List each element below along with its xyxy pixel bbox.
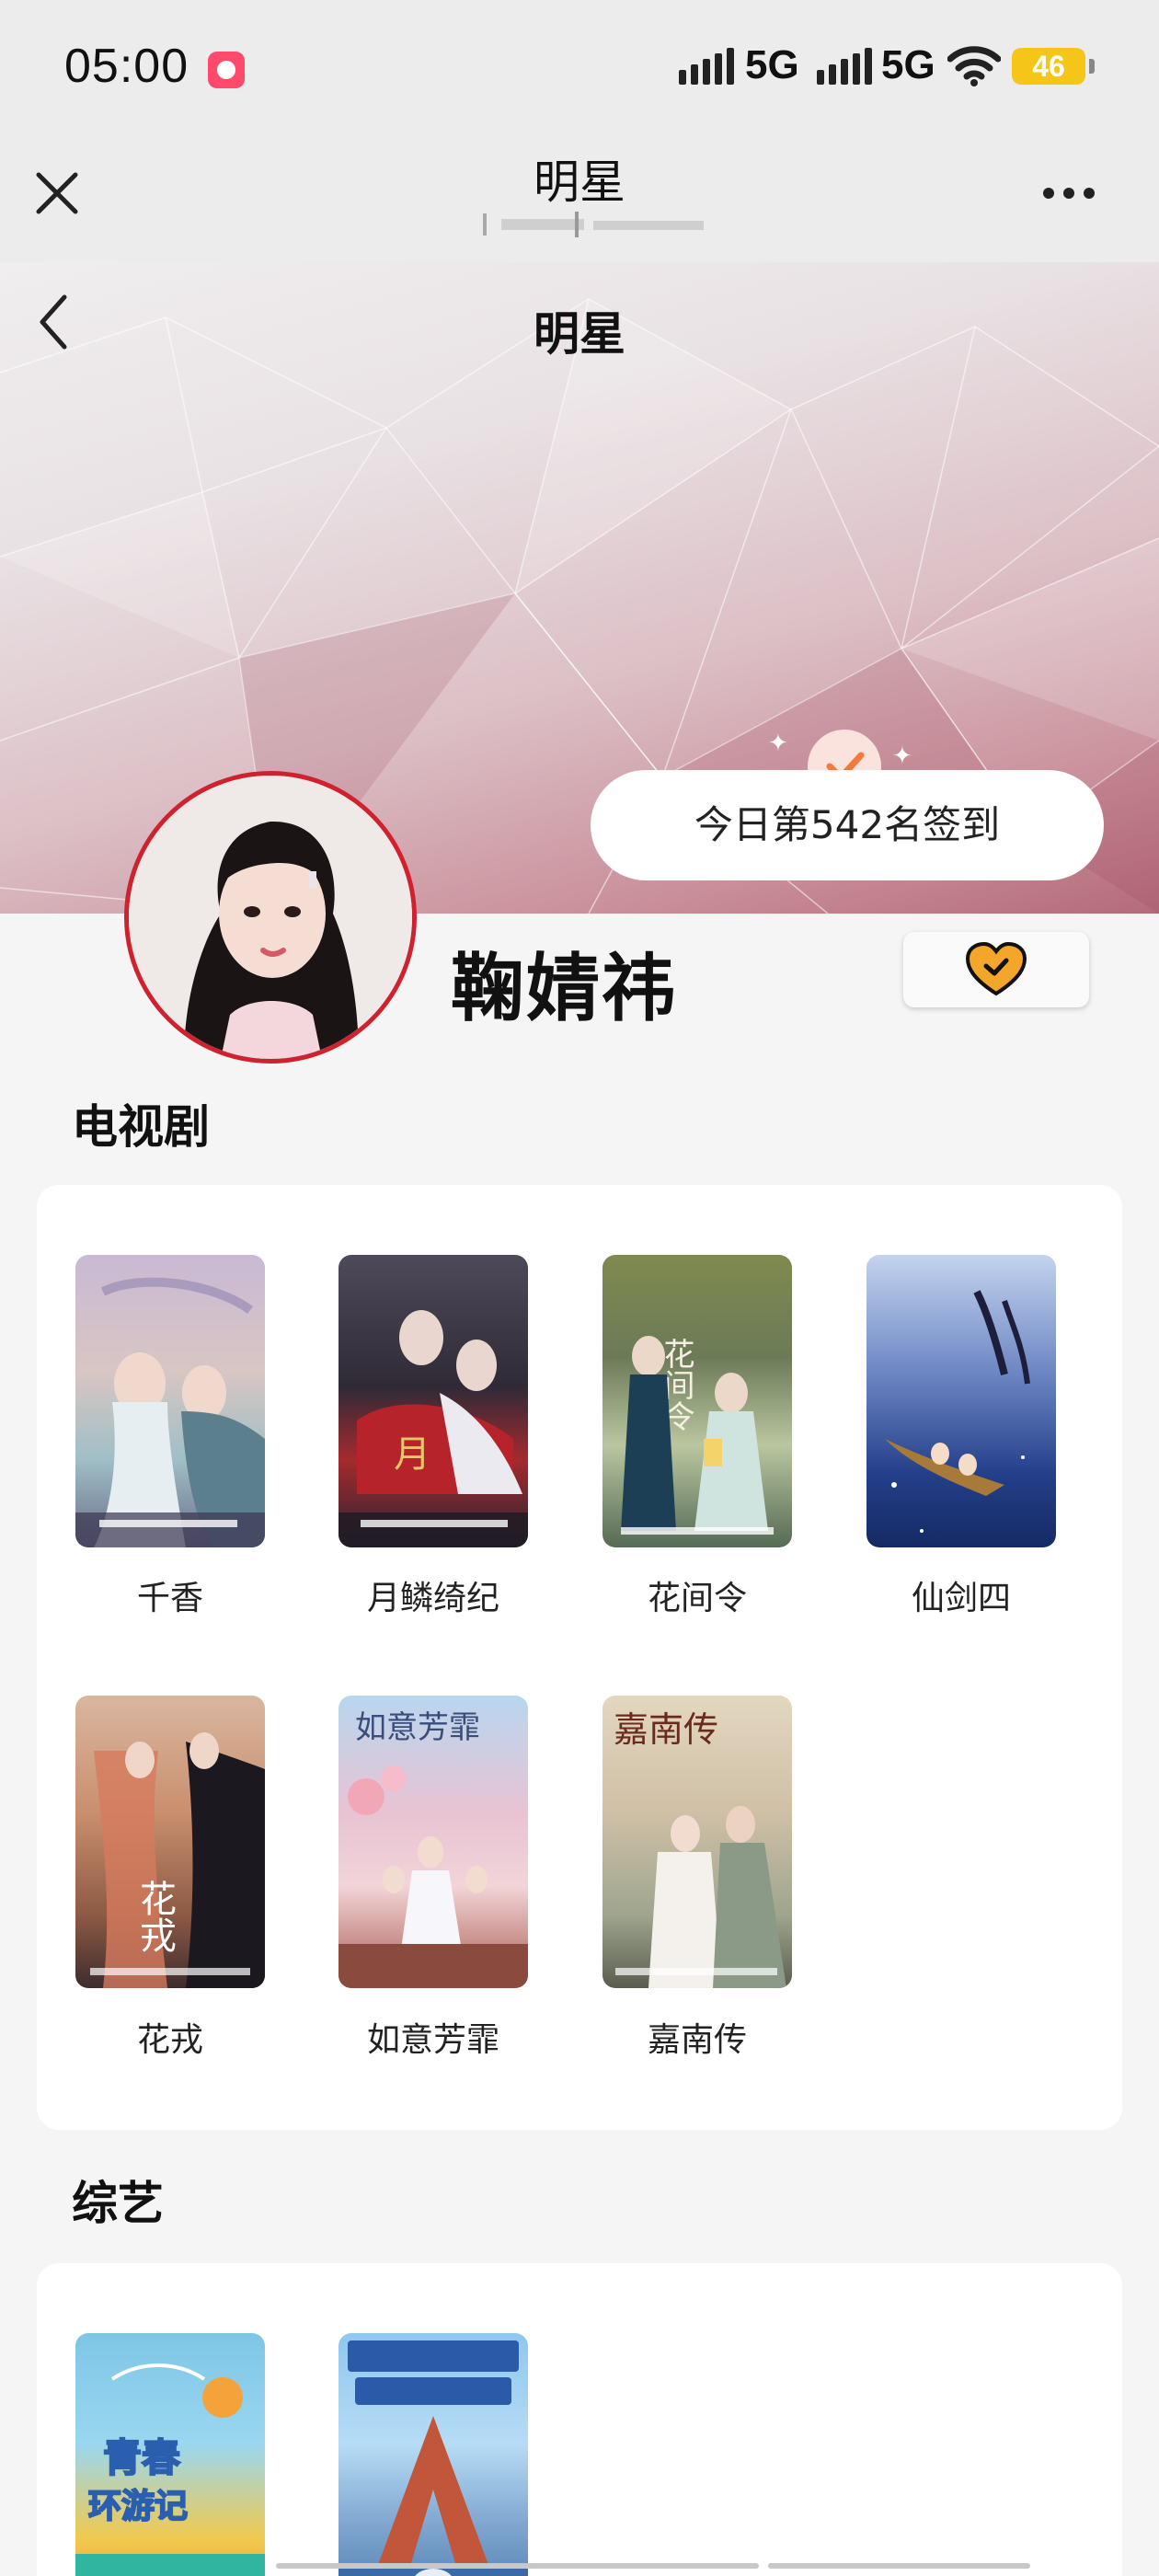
battery-level: 46 — [1032, 50, 1065, 83]
wifi-icon — [947, 46, 1001, 86]
avatar-portrait — [129, 776, 412, 1059]
svg-text:环游记: 环游记 — [88, 2488, 188, 2525]
poster-art: 花戎 — [90, 1732, 265, 1988]
mini-program-bar: 明星 — [0, 129, 1159, 262]
section-title-tv: 电视剧 — [72, 1100, 210, 1154]
top-subtitle-blurred — [483, 210, 708, 237]
top-title: 明星 — [534, 155, 625, 209]
section-title-variety: 综艺 — [72, 2177, 164, 2230]
more-options-button[interactable] — [1043, 175, 1117, 212]
poster-art: 花间令 — [621, 1336, 774, 1535]
poster-art: 如意芳霏 — [339, 1709, 528, 1988]
poster-shijienamada[interactable] — [339, 2333, 528, 2576]
status-bar: 05:00 5G 5G 46 — [0, 0, 1159, 129]
poster-huarong[interactable]: 花戎 — [75, 1696, 265, 1988]
status-time: 05:00 — [64, 40, 189, 93]
page-title: 明星 — [534, 307, 625, 361]
svg-text:青春: 青春 — [103, 2435, 180, 2480]
poster-art: 嘉南传 — [614, 1709, 786, 1988]
sparkle-icon: ✦ — [768, 730, 788, 757]
poster-label[interactable]: 花间令 — [602, 1571, 792, 1619]
svg-text:月: 月 — [394, 1433, 430, 1476]
poster-art — [339, 2340, 528, 2576]
signal-icon-1 — [679, 48, 734, 85]
more-dot — [1043, 188, 1054, 199]
heart-check-icon — [965, 942, 1027, 996]
app-notification-icon — [208, 52, 245, 88]
star-name: 鞠婧祎 — [451, 946, 677, 1031]
poster-title-text: 如意芳霏 — [355, 1709, 480, 1746]
battery-icon: 46 — [1012, 48, 1085, 85]
poster-label[interactable]: 如意芳霏 — [339, 2013, 528, 2061]
poster-xianjiansi[interactable] — [866, 1255, 1056, 1547]
variety-card: 青春 环游记 — [37, 2263, 1122, 2576]
checkin-pill[interactable]: 今日第542名签到 — [591, 770, 1104, 880]
signal-icon-2 — [817, 48, 872, 85]
avatar[interactable] — [124, 771, 417, 1064]
poster-art — [885, 1290, 1030, 1533]
poster-label[interactable]: 月鳞绮纪 — [339, 1571, 528, 1619]
more-dot — [1084, 188, 1095, 199]
tv-card: 千香 月 月鳞绮纪 花间令 花间令 仙剑四 花戎 花戎 如意芳霏 如意芳霏 嘉南… — [37, 1185, 1122, 2130]
network-label-1: 5G — [745, 42, 799, 87]
poster-title-text: 嘉南传 — [614, 1709, 718, 1750]
poster-label[interactable]: 千香 — [75, 1571, 265, 1619]
poster-label[interactable]: 嘉南传 — [602, 2013, 792, 2061]
battery-cap — [1089, 59, 1095, 74]
poster-huajianling[interactable]: 花间令 — [602, 1255, 792, 1547]
network-label-2: 5G — [881, 42, 935, 87]
scroll-indicator — [276, 2563, 759, 2569]
poster-art: 月 — [339, 1310, 528, 1547]
poster-ruyifangfei[interactable]: 如意芳霏 — [339, 1696, 528, 1988]
poster-qingchunhuanyouji[interactable]: 青春 环游记 — [75, 2333, 265, 2576]
sparkle-icon: ✦ — [892, 742, 912, 770]
poster-jiananchuan[interactable]: 嘉南传 — [602, 1696, 792, 1988]
poster-art: 青春 环游记 — [75, 2363, 265, 2576]
poster-label[interactable]: 花戎 — [75, 2013, 265, 2061]
poster-title-text: 花戎 — [133, 1880, 176, 1953]
follow-button[interactable] — [903, 932, 1089, 1007]
poster-yuelinqiji[interactable]: 月 — [339, 1255, 528, 1547]
scroll-indicator — [768, 2563, 1030, 2569]
more-dot — [1063, 188, 1074, 199]
poster-label[interactable]: 仙剑四 — [866, 1571, 1056, 1619]
poster-art — [75, 1277, 265, 1547]
poster-qianxiang[interactable] — [75, 1255, 265, 1547]
